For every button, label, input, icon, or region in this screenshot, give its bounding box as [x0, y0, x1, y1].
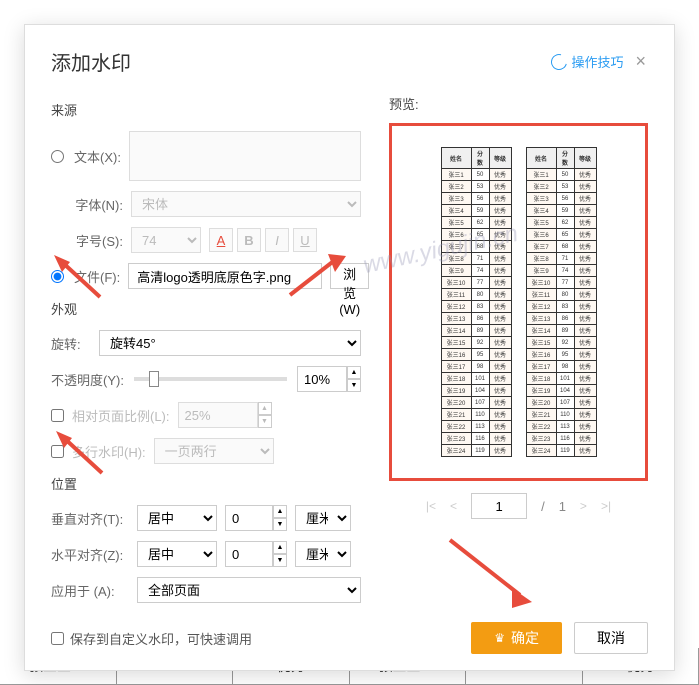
font-select[interactable]: 宋体 [131, 191, 361, 217]
file-path-input[interactable] [128, 263, 322, 289]
preview-panel: 预览: www.yigujin.cn 姓名分数等级张三150优秀张三253优秀张… [389, 94, 648, 613]
halign-unit-select[interactable]: 厘米 [295, 541, 351, 567]
save-custom-label: 保存到自定义水印，可快速调用 [70, 629, 252, 648]
ratio-input[interactable] [178, 402, 258, 428]
halign-select[interactable]: 居中 [137, 541, 217, 567]
browse-button[interactable]: 浏览(W) [330, 263, 369, 289]
pager-sep: / [541, 499, 545, 514]
valign-up[interactable]: ▲ [273, 505, 287, 518]
pager-total: 1 [559, 499, 566, 514]
opacity-label: 不透明度(Y): [51, 370, 124, 389]
preview-box: www.yigujin.cn 姓名分数等级张三150优秀张三253优秀张三356… [389, 123, 648, 481]
file-radio-label: 文件(F): [74, 267, 120, 286]
halign-label: 水平对齐(Z): [51, 545, 129, 564]
pager-last[interactable]: >| [601, 499, 611, 513]
rotate-label: 旋转: [51, 334, 91, 353]
preview-label: 预览: [389, 94, 648, 113]
size-select[interactable]: 74 [131, 227, 201, 253]
underline-button[interactable]: U [293, 228, 317, 252]
size-label: 字号(S): [51, 231, 123, 250]
ok-button[interactable]: ♛确定 [471, 622, 562, 654]
ratio-label: 相对页面比例(L): [72, 406, 170, 425]
bold-button[interactable]: B [237, 228, 261, 252]
valign-select[interactable]: 居中 [137, 505, 217, 531]
valign-down[interactable]: ▼ [273, 518, 287, 531]
file-radio[interactable] [51, 270, 64, 283]
preview-table-left: 姓名分数等级张三150优秀张三253优秀张三356优秀张三459优秀张三562优… [441, 147, 512, 457]
multiline-select[interactable]: 一页两行 [154, 438, 274, 464]
multiline-checkbox[interactable] [51, 445, 64, 458]
tips-link[interactable]: 操作技巧 [551, 52, 623, 71]
pager-next[interactable]: > [580, 499, 587, 513]
apply-label: 应用于 (A): [51, 581, 129, 600]
opacity-input[interactable] [297, 366, 347, 392]
text-radio[interactable] [51, 150, 64, 163]
valign-offset-input[interactable] [225, 505, 273, 531]
preview-table-right: 姓名分数等级张三150优秀张三253优秀张三356优秀张三459优秀张三562优… [526, 147, 597, 457]
pager-first[interactable]: |< [426, 499, 436, 513]
dialog-footer: 保存到自定义水印，可快速调用 ♛确定 取消 [51, 622, 648, 654]
halign-up[interactable]: ▲ [273, 541, 287, 554]
slider-thumb[interactable] [149, 371, 159, 387]
dialog-title: 添加水印 [51, 47, 131, 76]
apply-select[interactable]: 全部页面 [137, 577, 361, 603]
pager-prev[interactable]: < [450, 499, 457, 513]
italic-button[interactable]: I [265, 228, 289, 252]
valign-label: 垂直对齐(T): [51, 509, 129, 528]
rotate-select[interactable]: 旋转45° [99, 330, 361, 356]
text-radio-label: 文本(X): [74, 147, 121, 166]
section-position: 位置 [51, 474, 361, 493]
watermark-text-input[interactable] [129, 131, 361, 181]
save-custom-checkbox[interactable] [51, 632, 64, 645]
ratio-down[interactable]: ▼ [258, 415, 272, 428]
opacity-up[interactable]: ▲ [347, 366, 361, 379]
crown-icon: ♛ [494, 631, 505, 645]
preview-pager: |< < / 1 > >| [389, 493, 648, 519]
form-panel: 来源 文本(X): 字体(N): 宋体 字号(S): 74 A B I U [51, 94, 361, 613]
dialog-header: 添加水印 操作技巧 × [51, 47, 648, 76]
section-appearance: 外观 [51, 299, 361, 318]
multiline-label: 多行水印(H): [72, 442, 146, 461]
font-label: 字体(N): [51, 195, 123, 214]
save-custom-option[interactable]: 保存到自定义水印，可快速调用 [51, 629, 252, 648]
valign-unit-select[interactable]: 厘米 [295, 505, 351, 531]
ratio-checkbox[interactable] [51, 409, 64, 422]
watermark-dialog: 添加水印 操作技巧 × 来源 文本(X): 字体(N): 宋体 字号(S): 7… [24, 24, 675, 671]
close-button[interactable]: × [633, 51, 648, 72]
halign-down[interactable]: ▼ [273, 554, 287, 567]
cancel-button[interactable]: 取消 [574, 622, 648, 654]
section-source: 来源 [51, 100, 361, 119]
pager-current-input[interactable] [471, 493, 527, 519]
color-button[interactable]: A [209, 228, 233, 252]
halign-offset-input[interactable] [225, 541, 273, 567]
opacity-down[interactable]: ▼ [347, 379, 361, 392]
ratio-up[interactable]: ▲ [258, 402, 272, 415]
opacity-slider[interactable] [134, 377, 287, 381]
